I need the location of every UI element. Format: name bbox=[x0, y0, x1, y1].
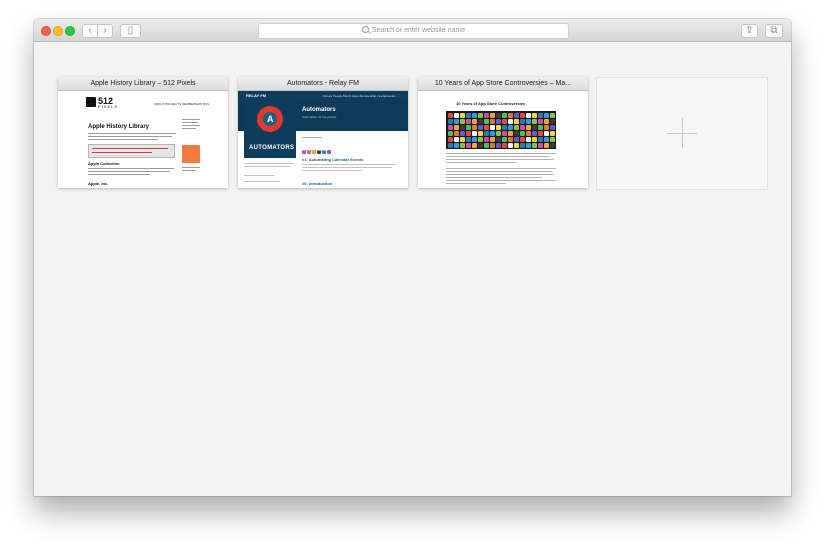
share-icon: ⇪ bbox=[745, 25, 754, 36]
toolbar: ‹ › ▯ Search or enter website name ⇪ ⧉ bbox=[34, 19, 791, 42]
back-button[interactable]: ‹ bbox=[82, 24, 98, 38]
browser-window: ‹ › ▯ Search or enter website name ⇪ ⧉ A… bbox=[34, 19, 791, 496]
tab-thumbnail-automators[interactable]: Automators - Relay FM RELAY FM Shows Peo… bbox=[238, 77, 408, 188]
show-subtitle: Automation for the people bbox=[302, 115, 337, 119]
episode-title: #0: Introduction bbox=[302, 181, 333, 186]
relay-logo: RELAY FM bbox=[246, 93, 267, 98]
callout-box bbox=[88, 144, 175, 158]
zoom-window-button[interactable] bbox=[65, 26, 75, 36]
minimize-window-button[interactable] bbox=[53, 26, 63, 36]
sidebar-icon: ▯ bbox=[127, 25, 134, 36]
close-window-button[interactable] bbox=[41, 26, 51, 36]
share-button[interactable]: ⇪ bbox=[741, 24, 758, 38]
tab-title: 10 Years of App Store Controversies – Ma… bbox=[418, 77, 588, 91]
site-logo: 512 PIXELS bbox=[86, 96, 122, 111]
new-tab-button[interactable] bbox=[596, 77, 768, 190]
article-heading: 10 Years of App Store Controversies bbox=[456, 101, 526, 106]
show-title: Automators bbox=[302, 107, 336, 113]
tabs-icon: ⧉ bbox=[770, 25, 778, 36]
show-all-tabs-button[interactable]: ⧉ bbox=[765, 24, 783, 38]
forward-button[interactable]: › bbox=[97, 24, 113, 38]
site-nav: RELAY FM Shows People Merch Apps Members… bbox=[238, 91, 408, 101]
section-heading: Apple Collection bbox=[88, 161, 120, 166]
chevron-right-icon: › bbox=[103, 25, 107, 36]
tab-title: Automators - Relay FM bbox=[238, 77, 408, 91]
tab-title: Apple History Library – 512 Pixels bbox=[58, 77, 228, 91]
app-icons-banner bbox=[446, 111, 556, 149]
page-preview: 512 PIXELS ABOUT PROJECTS MEMBERSHIP RSS… bbox=[58, 91, 228, 188]
tab-thumbnail-apple-history[interactable]: Apple History Library – 512 Pixels 512 P… bbox=[58, 77, 228, 188]
episode-title: #1: Automating Calendar Events bbox=[302, 157, 364, 162]
sidebar-toggle-button[interactable]: ▯ bbox=[120, 24, 141, 38]
page-preview: RELAY FM Shows People Merch Apps Members… bbox=[238, 91, 408, 188]
sidebar-ad bbox=[182, 145, 200, 163]
page-heading: Apple History Library bbox=[88, 124, 150, 130]
section-heading: Apple, Inc. bbox=[88, 181, 109, 186]
address-placeholder: Search or enter website name bbox=[371, 27, 466, 34]
subscribe-icons bbox=[302, 141, 342, 154]
site-nav: ABOUT PROJECTS MEMBERSHIP RSS bbox=[154, 102, 210, 106]
search-icon bbox=[361, 26, 369, 33]
show-artwork: A AUTOMATORS bbox=[244, 101, 296, 158]
address-bar[interactable]: Search or enter website name bbox=[258, 23, 569, 39]
chevron-left-icon: ‹ bbox=[88, 25, 92, 36]
page-preview: 10 Years of App Store Controversies bbox=[418, 91, 588, 188]
tab-thumbnail-app-store-controversies[interactable]: 10 Years of App Store Controversies – Ma… bbox=[418, 77, 588, 188]
